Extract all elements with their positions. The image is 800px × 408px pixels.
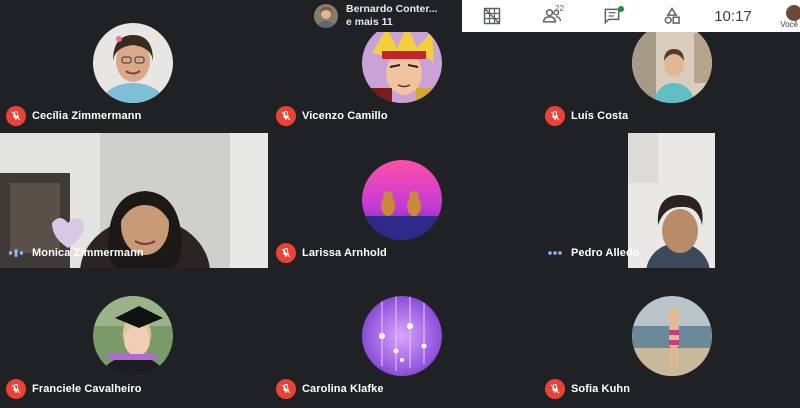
participant-avatar-luis	[632, 23, 712, 103]
participant-avatar-larissa	[362, 160, 442, 240]
participant-nametag: Larissa Arnhold	[276, 243, 387, 263]
activities-button[interactable]	[642, 0, 702, 32]
mic-off-icon	[545, 379, 565, 399]
unread-dot	[618, 6, 624, 12]
presenter-others: e mais 11	[346, 16, 393, 28]
participant-nametag: Cecília Zimmermann	[6, 106, 141, 126]
activities-icon	[664, 7, 680, 24]
presenter-chip[interactable]: Bernardo Conter... e mais 11	[308, 0, 462, 32]
clock: 10:17	[714, 7, 752, 25]
participant-avatar-franciele	[93, 296, 173, 376]
speaking-icon	[6, 243, 26, 263]
participant-name: Luís Costa	[571, 110, 629, 122]
participant-avatar-carolina	[362, 296, 442, 376]
mic-off-icon	[545, 106, 565, 126]
participant-name: Sofia Kuhn	[571, 383, 631, 395]
presenter-avatar	[314, 4, 338, 28]
participant-nametag: Pedro Alledo	[545, 243, 640, 263]
participant-name: Vicenzo Camillo	[302, 110, 388, 122]
participants-count: 22	[555, 4, 564, 13]
mic-off-icon	[276, 106, 296, 126]
participant-avatar-vicenzo	[362, 23, 442, 103]
top-toolbar: 22 10:17 Você	[462, 0, 800, 32]
participant-name: Monica Zimmermann	[32, 247, 144, 259]
participant-nametag: Sofia Kuhn	[545, 379, 630, 399]
participant-nametag: Franciele Cavalheiro	[6, 379, 142, 399]
self-label: Você	[780, 20, 798, 29]
more-dots-icon[interactable]	[545, 243, 565, 263]
grid-view-button[interactable]	[462, 0, 522, 32]
participant-name: Pedro Alledo	[571, 247, 640, 259]
participant-nametag: Carolina Klafke	[276, 379, 384, 399]
mic-off-icon	[276, 243, 296, 263]
participant-nametag: Monica Zimmermann	[6, 243, 144, 263]
mic-off-icon	[6, 379, 26, 399]
participants-button[interactable]: 22	[522, 0, 582, 32]
grid-off-icon	[483, 7, 501, 25]
participant-name: Cecília Zimmermann	[32, 110, 142, 122]
mic-off-icon	[6, 106, 26, 126]
participant-name: Franciele Cavalheiro	[32, 383, 142, 395]
participant-avatar-sofia	[632, 296, 712, 376]
video-tile-pedro	[628, 133, 715, 268]
chat-button[interactable]	[582, 0, 642, 32]
participant-avatar-cecilia	[93, 23, 173, 103]
participant-name: Carolina Klafke	[302, 383, 384, 395]
participant-nametag: Luís Costa	[545, 106, 628, 126]
participant-name: Larissa Arnhold	[302, 247, 387, 259]
mic-off-icon	[276, 379, 296, 399]
presenter-name: Bernardo Conter...	[346, 3, 438, 15]
participant-nametag: Vicenzo Camillo	[276, 106, 388, 126]
self-tile[interactable]: Você	[764, 0, 800, 32]
